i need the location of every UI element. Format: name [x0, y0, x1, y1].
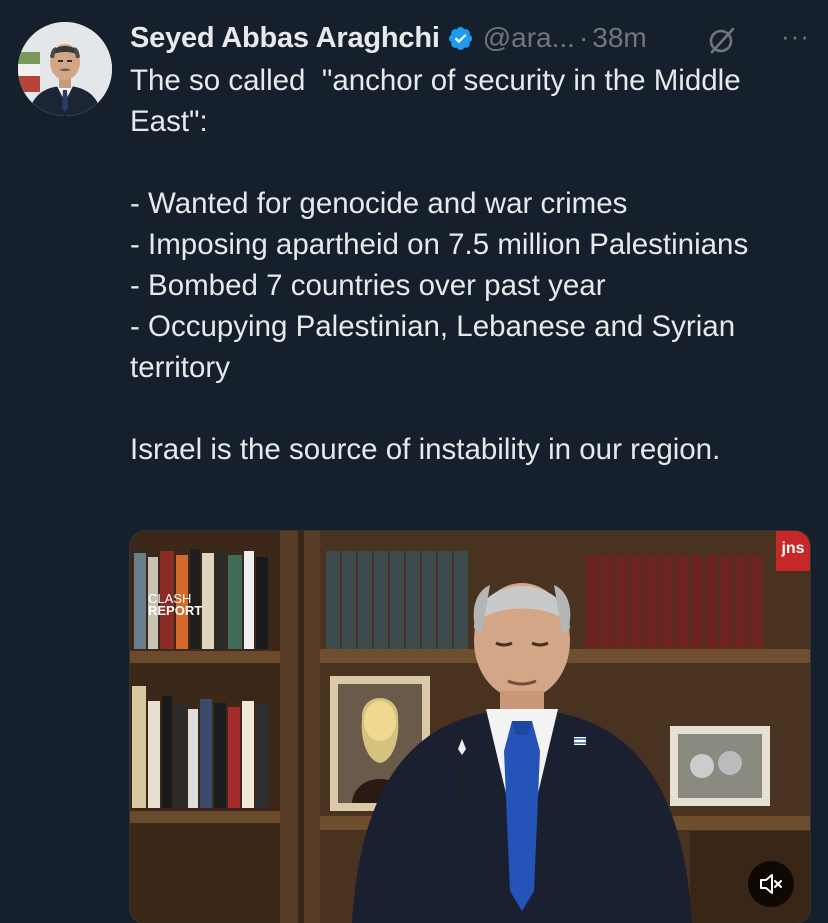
timestamp[interactable]: 38m: [592, 22, 646, 54]
verified-badge-icon[interactable]: [447, 25, 474, 52]
grok-icon[interactable]: [706, 24, 738, 56]
mute-button[interactable]: [748, 861, 794, 907]
tweet-text: The so called "anchor of security in the…: [130, 64, 749, 466]
handle[interactable]: @ara...: [483, 22, 575, 54]
display-name[interactable]: Seyed Abbas Araghchi: [130, 22, 440, 55]
speaker-muted-icon: [758, 871, 784, 897]
separator-dot: ·: [578, 22, 589, 53]
jns-badge: jns: [776, 531, 810, 571]
more-icon[interactable]: ···: [781, 23, 810, 49]
avatar[interactable]: [18, 22, 112, 116]
video-frame: [130, 531, 810, 923]
clash-report-watermark: CLASH REPORT: [148, 592, 203, 618]
tweet-video[interactable]: CLASH REPORT jns: [129, 530, 811, 923]
tweet-header: Seyed Abbas Araghchi @ara... · 38m ···: [130, 16, 810, 60]
avatar-image: [18, 22, 112, 116]
tweet[interactable]: Seyed Abbas Araghchi @ara... · 38m ··· T…: [0, 0, 828, 923]
watermark-line2: REPORT: [148, 603, 203, 618]
